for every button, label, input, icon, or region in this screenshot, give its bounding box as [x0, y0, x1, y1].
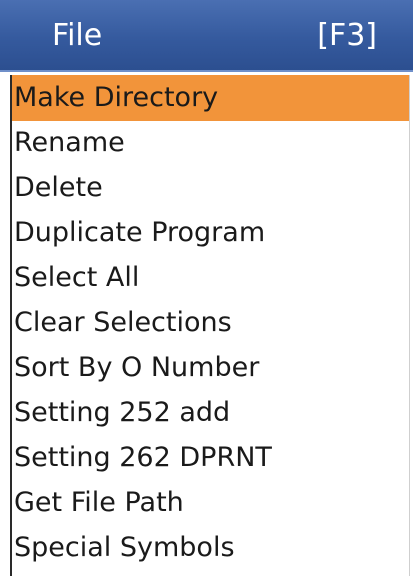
menu-item-rename[interactable]: Rename	[12, 120, 409, 166]
menu-item-make-directory[interactable]: Make Directory	[12, 75, 409, 121]
menu-item-clear-selections[interactable]: Clear Selections	[12, 300, 409, 346]
menu-item-delete[interactable]: Delete	[12, 165, 409, 211]
menu-title: File	[52, 18, 103, 53]
menu-item-get-file-path[interactable]: Get File Path	[12, 480, 409, 526]
menu-item-setting-262-dprnt[interactable]: Setting 262 DPRNT	[12, 435, 409, 481]
menu-item-select-all[interactable]: Select All	[12, 255, 409, 301]
menu-header[interactable]: File [F3]	[0, 0, 413, 72]
menu-item-list: Make Directory Rename Delete Duplicate P…	[10, 75, 410, 576]
menu-item-special-symbols[interactable]: Special Symbols	[12, 525, 409, 571]
file-menu: File [F3] Make Directory Rename Delete D…	[0, 0, 413, 576]
menu-item-duplicate-program[interactable]: Duplicate Program	[12, 210, 409, 256]
menu-shortcut-key: [F3]	[317, 18, 377, 53]
menu-item-sort-by-o-number[interactable]: Sort By O Number	[12, 345, 409, 391]
menu-item-setting-252-add[interactable]: Setting 252 add	[12, 390, 409, 436]
